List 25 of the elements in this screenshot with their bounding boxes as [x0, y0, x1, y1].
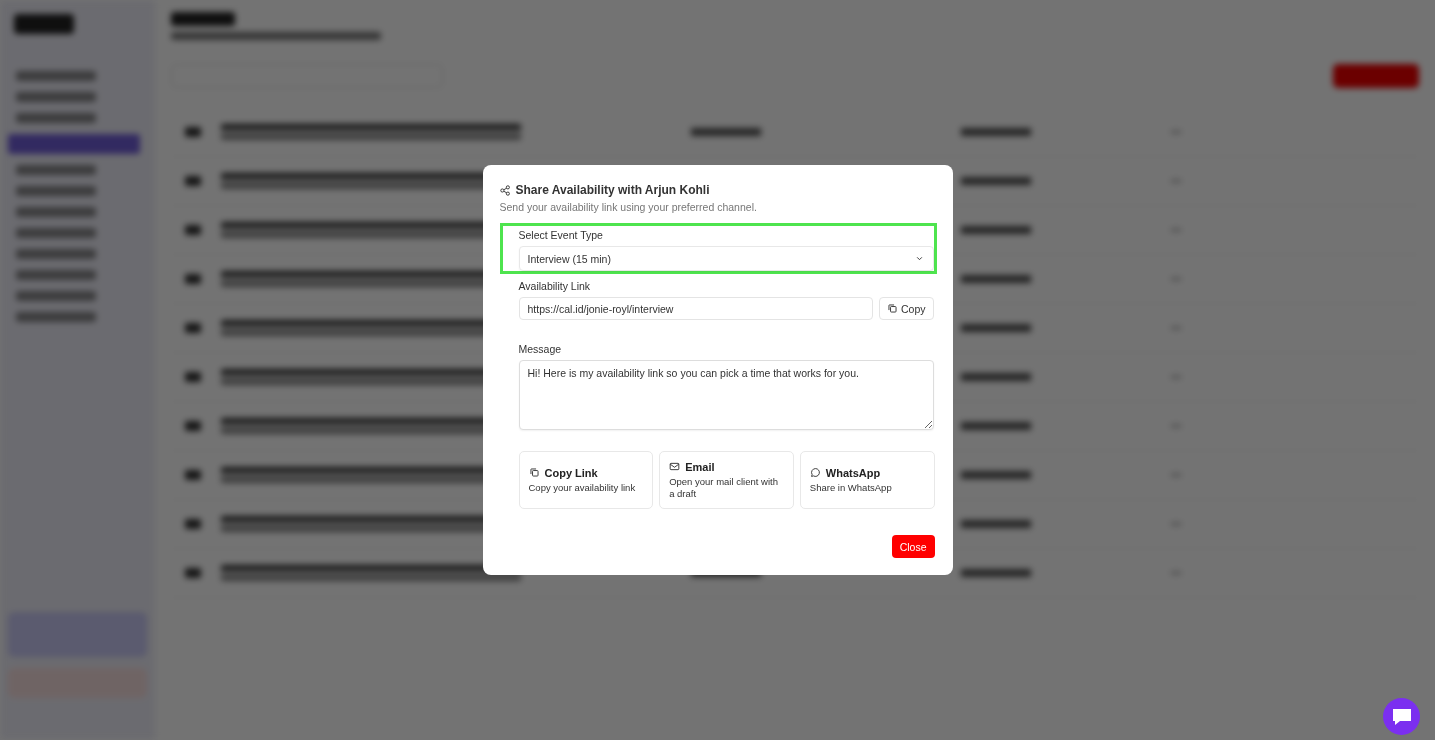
share-option-card[interactable]: Email Open your mail client with a draft — [659, 451, 794, 509]
option-title: WhatsApp — [825, 466, 881, 479]
dialog-subtitle: Send your availability link using your preferred channel. — [499, 201, 758, 213]
copy-icon — [528, 467, 540, 479]
field-label: Availability Link — [518, 280, 592, 292]
share-icon — [499, 184, 511, 196]
share-option-card[interactable]: WhatsApp Share in WhatsApp — [799, 451, 935, 509]
chat-bubble-icon — [809, 467, 821, 479]
copy-button[interactable]: Copy — [879, 297, 934, 320]
option-description: Copy your availability link — [528, 481, 637, 494]
link-field[interactable]: https://cal.id/jonie-royl/interview — [518, 297, 873, 320]
close-button[interactable]: Close — [891, 535, 935, 558]
chat-icon — [1390, 706, 1413, 727]
option-title: Copy Link — [544, 466, 598, 479]
share-option-card[interactable]: Copy Link Copy your availability link — [518, 451, 654, 509]
event-type-select[interactable]: Interview (15 min) — [518, 246, 934, 271]
option-title: Email — [685, 460, 715, 473]
message-field[interactable]: Hi! Here is my availability link so you can pick a time that works for you. — [518, 360, 934, 430]
dialog-title: Share Availability with Arjun Kohli — [515, 183, 710, 197]
field-label: Select Event Type — [518, 229, 604, 241]
field-label: Message — [518, 343, 563, 355]
copy-icon — [887, 303, 898, 314]
envelope-icon — [669, 461, 681, 473]
option-description: Share in WhatsApp — [809, 481, 893, 494]
option-description: Open your mail client with a draft — [669, 475, 779, 500]
